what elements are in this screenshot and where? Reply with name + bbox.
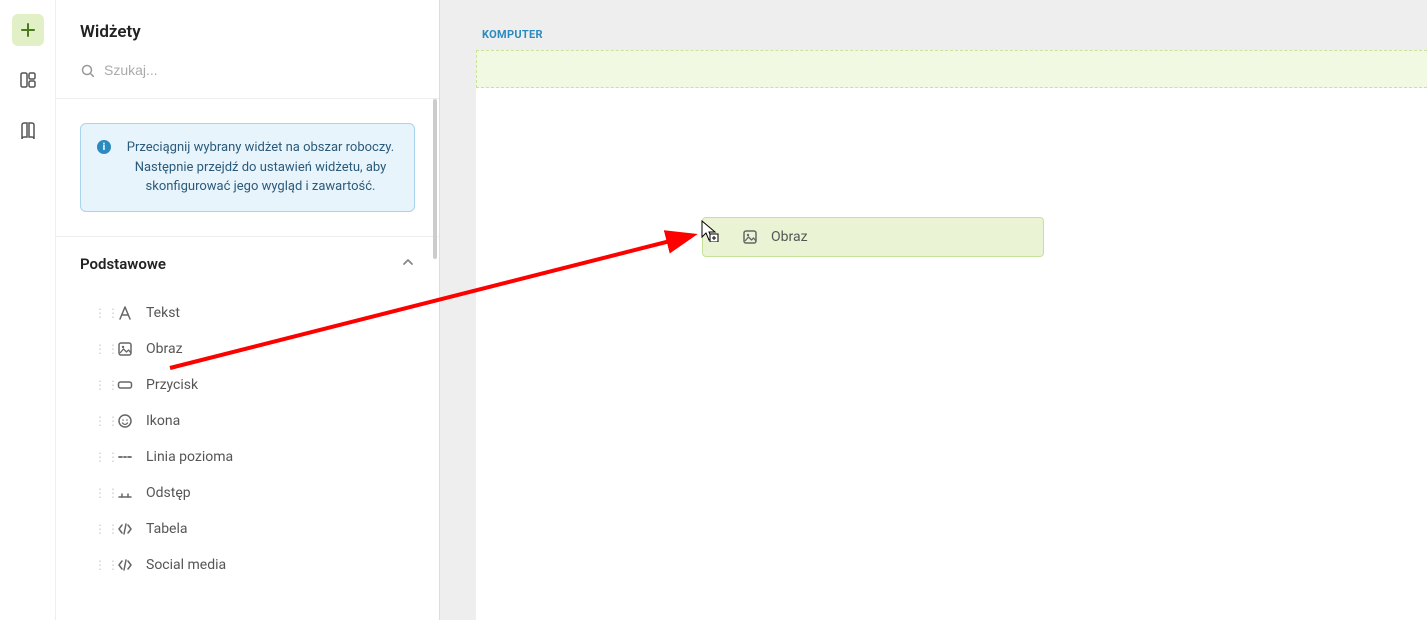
code-icon: [116, 521, 134, 537]
canvas-workspace[interactable]: [476, 88, 1427, 620]
drag-handle-icon: ⋮⋮: [94, 306, 104, 320]
drag-handle-icon: ⋮⋮: [94, 342, 104, 356]
widget-item-obraz[interactable]: ⋮⋮ Obraz: [80, 331, 415, 367]
layout-icon: [19, 71, 37, 89]
search-input[interactable]: [104, 62, 415, 78]
widget-label: Przycisk: [146, 377, 198, 393]
widget-item-ikona[interactable]: ⋮⋮ Ikona: [80, 403, 415, 439]
button-icon: [116, 377, 134, 393]
help-box: i Przeciągnij wybrany widżet na obszar r…: [80, 123, 415, 212]
drag-handle-icon: ⋮⋮: [94, 558, 104, 572]
group-label: Podstawowe: [80, 255, 166, 273]
book-icon: [19, 121, 37, 139]
widget-label: Tekst: [146, 305, 180, 321]
chevron-up-icon: [401, 255, 415, 273]
nav-add-button[interactable]: [12, 14, 44, 46]
widget-label: Obraz: [146, 341, 183, 357]
widget-label: Linia pozioma: [146, 449, 233, 465]
scrollbar-thumb[interactable]: [433, 99, 437, 259]
device-tab-komputer[interactable]: KOMPUTER: [482, 28, 543, 41]
drag-ghost-label: Obraz: [771, 229, 808, 245]
group-header-podstawowe[interactable]: Podstawowe: [80, 237, 415, 285]
dropzone[interactable]: [476, 50, 1427, 88]
spacer-icon: [116, 485, 134, 501]
widget-item-social-media[interactable]: ⋮⋮ Social media: [80, 547, 415, 583]
plus-icon: [19, 21, 37, 39]
search-row: [56, 56, 439, 99]
font-icon: [116, 305, 134, 321]
sidebar-title: Widżety: [56, 0, 439, 56]
drag-handle-icon: ⋮⋮: [94, 486, 104, 500]
canvas-area[interactable]: KOMPUTER: [440, 0, 1427, 620]
drag-handle-icon: ⋮⋮: [94, 522, 104, 536]
widgets-sidebar: Widżety i Przeciągnij wybrany widżet na …: [56, 0, 440, 620]
widget-label: Ikona: [146, 413, 180, 429]
image-icon: [741, 229, 759, 245]
scrollbar[interactable]: [431, 99, 439, 620]
widget-item-linia-pozioma[interactable]: ⋮⋮ Linia pozioma: [80, 439, 415, 475]
search-icon: [80, 63, 94, 77]
nav-layout-button[interactable]: [12, 64, 44, 96]
drag-handle-icon: ⋮⋮: [94, 378, 104, 392]
nav-rail: [0, 0, 56, 620]
hr-icon: [116, 449, 134, 465]
smiley-icon: [116, 413, 134, 429]
drag-ghost: Obraz: [702, 217, 1044, 257]
widget-item-tekst[interactable]: ⋮⋮ Tekst: [80, 295, 415, 331]
widget-item-odstep[interactable]: ⋮⋮ Odstęp: [80, 475, 415, 511]
widget-label: Odstęp: [146, 485, 191, 501]
help-text: Przeciągnij wybrany widżet na obszar rob…: [123, 138, 398, 197]
widget-item-tabela[interactable]: ⋮⋮ Tabela: [80, 511, 415, 547]
drag-handle-icon: ⋮⋮: [94, 414, 104, 428]
widget-label: Social media: [146, 557, 226, 573]
image-icon: [116, 341, 134, 357]
widget-list: ⋮⋮ Tekst ⋮⋮ Obraz ⋮⋮ Przycisk: [80, 285, 415, 583]
widget-label: Tabela: [146, 521, 188, 537]
drag-handle-icon: ⋮⋮: [94, 450, 104, 464]
nav-book-button[interactable]: [12, 114, 44, 146]
code-icon: [116, 557, 134, 573]
widget-item-przycisk[interactable]: ⋮⋮ Przycisk: [80, 367, 415, 403]
info-icon: i: [97, 140, 111, 154]
